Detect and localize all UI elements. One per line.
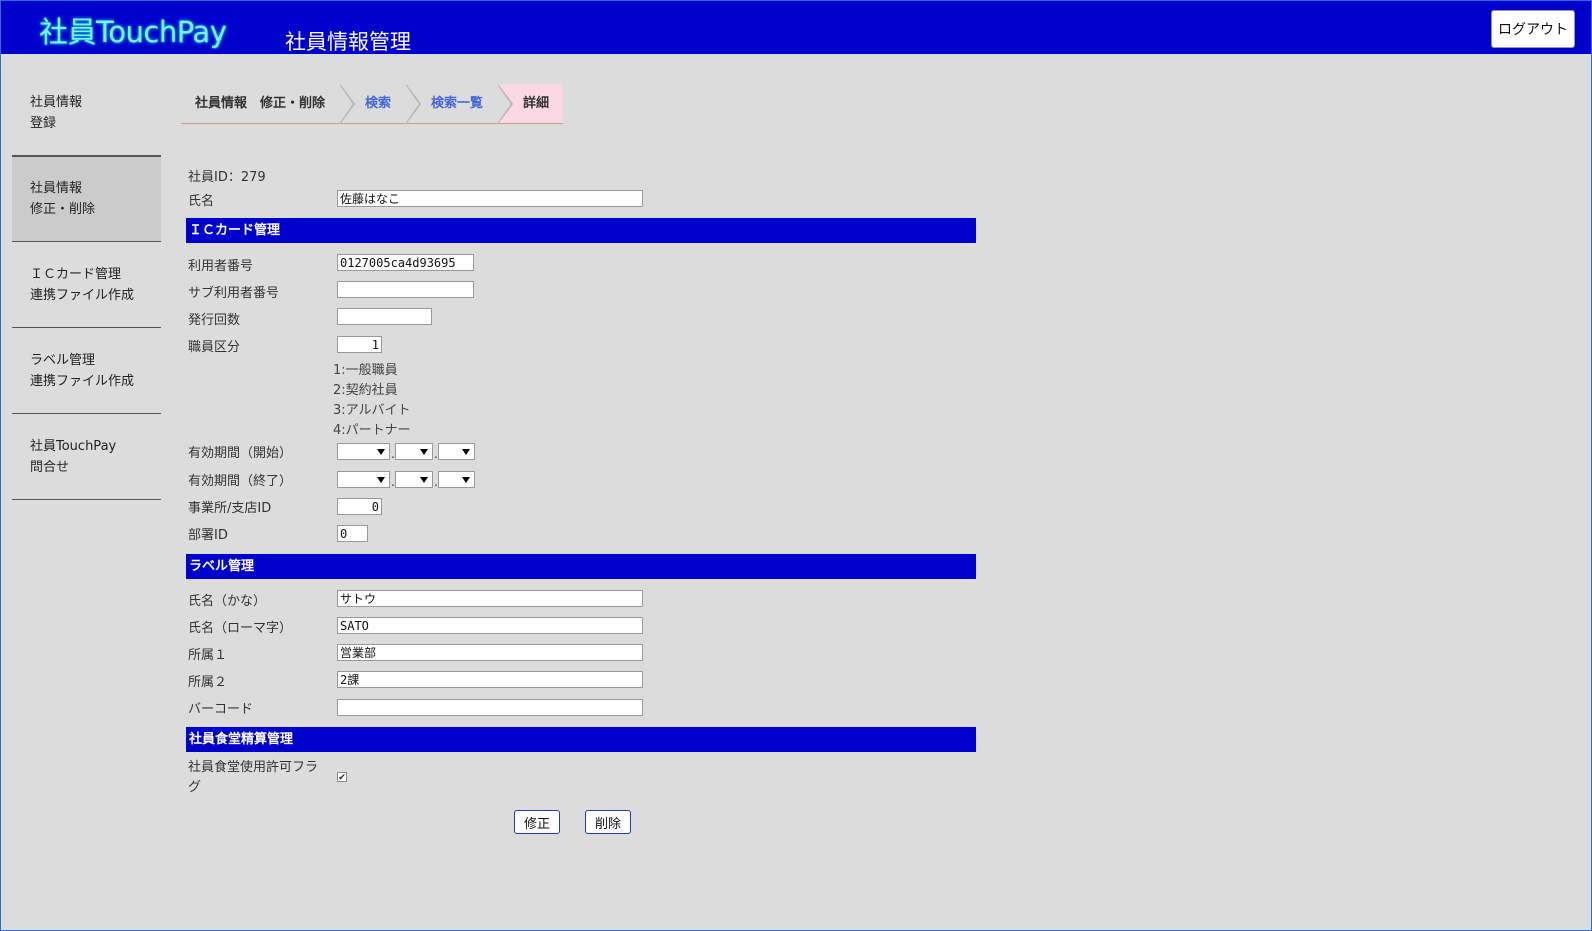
sidebar-item-employee-register[interactable]: 社員情報 登録: [12, 70, 161, 156]
valid-start-label: 有効期間（開始）: [188, 446, 293, 461]
romaji-label: 氏名（ローマ字）: [188, 621, 293, 636]
kana-input[interactable]: [337, 590, 643, 607]
office-id-label: 事業所/支店ID: [188, 501, 272, 516]
romaji-input[interactable]: [337, 617, 643, 634]
chevron-down-icon: [420, 477, 428, 483]
breadcrumb-label: 詳細: [523, 96, 550, 111]
update-button[interactable]: 修正: [514, 810, 560, 834]
office-id-input[interactable]: [337, 498, 382, 515]
valid-end-label: 有効期間（終了）: [188, 474, 293, 489]
affiliation1-input[interactable]: [337, 644, 643, 661]
section-label-management: ラベル管理: [186, 554, 976, 579]
cafeteria-flag-label: グ: [188, 780, 202, 795]
valid-start-month-select[interactable]: [395, 443, 433, 460]
breadcrumb-label: 検索一覧: [431, 96, 484, 111]
sidebar-item-label: 登録: [30, 115, 57, 131]
barcode-label: バーコード: [188, 702, 254, 717]
breadcrumb-root: 社員情報 修正・削除: [181, 84, 356, 124]
affiliation2-input[interactable]: [337, 671, 643, 688]
sidebar-item-label-management[interactable]: ラベル管理 連携ファイル作成: [12, 328, 161, 414]
valid-end-day-select[interactable]: [438, 471, 475, 488]
chevron-down-icon: [420, 449, 428, 455]
user-no-label: 利用者番号: [188, 259, 254, 274]
name-label: 氏名: [188, 194, 215, 209]
sidebar-item-label: 修正・削除: [30, 202, 96, 217]
chevron-down-icon: [377, 477, 385, 483]
sidebar-item-label: 連携ファイル作成: [30, 373, 135, 389]
kana-label: 氏名（かな）: [188, 594, 267, 609]
sidebar-item-label: 社員情報: [30, 94, 83, 110]
issue-count-input[interactable]: [337, 308, 432, 325]
check-icon: ✔: [338, 773, 346, 783]
cafeteria-flag-checkbox[interactable]: ✔: [337, 772, 347, 783]
chevron-down-icon: [377, 449, 385, 455]
dept-id-label: 部署ID: [188, 528, 228, 543]
sidebar-item-inquiry[interactable]: 社員TouchPay 問合せ: [12, 414, 161, 500]
sub-user-no-label: サブ利用者番号: [188, 286, 280, 301]
breadcrumb: 社員情報 修正・削除 検索 検索一覧 詳細: [181, 84, 564, 124]
sidebar-item-label: 連携ファイル作成: [30, 287, 135, 303]
sidebar-item-label: 問合せ: [30, 459, 70, 475]
sidebar-item-label: 社員TouchPay: [30, 438, 117, 454]
staff-type-note: 4:パートナー: [333, 423, 411, 438]
valid-end-year-select[interactable]: [337, 471, 390, 488]
sidebar-item-label: ＩＣカード管理: [30, 266, 122, 282]
affiliation1-label: 所属１: [188, 648, 228, 663]
sidebar-item-label: 社員情報: [30, 181, 83, 196]
breadcrumb-label: 社員情報 修正・削除: [195, 96, 326, 111]
window-frame: [0, 0, 1592, 931]
sidebar: 社員情報 登録 社員情報 修正・削除 ＩＣカード管理 連携ファイル作成 ラベル管…: [12, 70, 161, 500]
dept-id-input[interactable]: [337, 525, 368, 542]
sidebar-item-ic-card[interactable]: ＩＣカード管理 連携ファイル作成: [12, 242, 161, 328]
staff-type-label: 職員区分: [188, 340, 241, 355]
barcode-input[interactable]: [337, 699, 643, 716]
user-no-input[interactable]: [337, 254, 474, 271]
section-ic-card: ＩＣカード管理: [186, 218, 976, 243]
staff-type-note: 2:契約社員: [333, 383, 398, 398]
sub-user-no-input[interactable]: [337, 281, 474, 298]
app-header: 社員TouchPay 社員情報管理 ログアウト: [1, 1, 1591, 54]
issue-count-label: 発行回数: [188, 313, 241, 328]
page-title: 社員情報管理: [285, 30, 411, 54]
staff-type-input[interactable]: [337, 336, 382, 353]
sidebar-item-employee-edit[interactable]: 社員情報 修正・削除: [12, 156, 161, 242]
valid-end-month-select[interactable]: [395, 471, 433, 488]
section-cafeteria: 社員食堂精算管理: [186, 727, 976, 752]
employee-id: 社員ID：279: [188, 170, 266, 185]
chevron-down-icon: [462, 449, 470, 455]
logout-button[interactable]: ログアウト: [1491, 10, 1575, 48]
breadcrumb-label: 検索: [365, 96, 392, 111]
chevron-down-icon: [462, 477, 470, 483]
affiliation2-label: 所属２: [188, 675, 228, 690]
valid-start-day-select[interactable]: [438, 443, 475, 460]
delete-button[interactable]: 削除: [585, 810, 631, 834]
cafeteria-flag-label: 社員食堂使用許可フラ: [188, 760, 319, 775]
staff-type-note: 1:一般職員: [333, 363, 398, 378]
staff-type-note: 3:アルバイト: [333, 403, 411, 418]
app-logo: 社員TouchPay: [39, 15, 227, 49]
name-input[interactable]: [337, 190, 643, 207]
valid-start-year-select[interactable]: [337, 443, 390, 460]
sidebar-item-label: ラベル管理: [30, 352, 96, 368]
